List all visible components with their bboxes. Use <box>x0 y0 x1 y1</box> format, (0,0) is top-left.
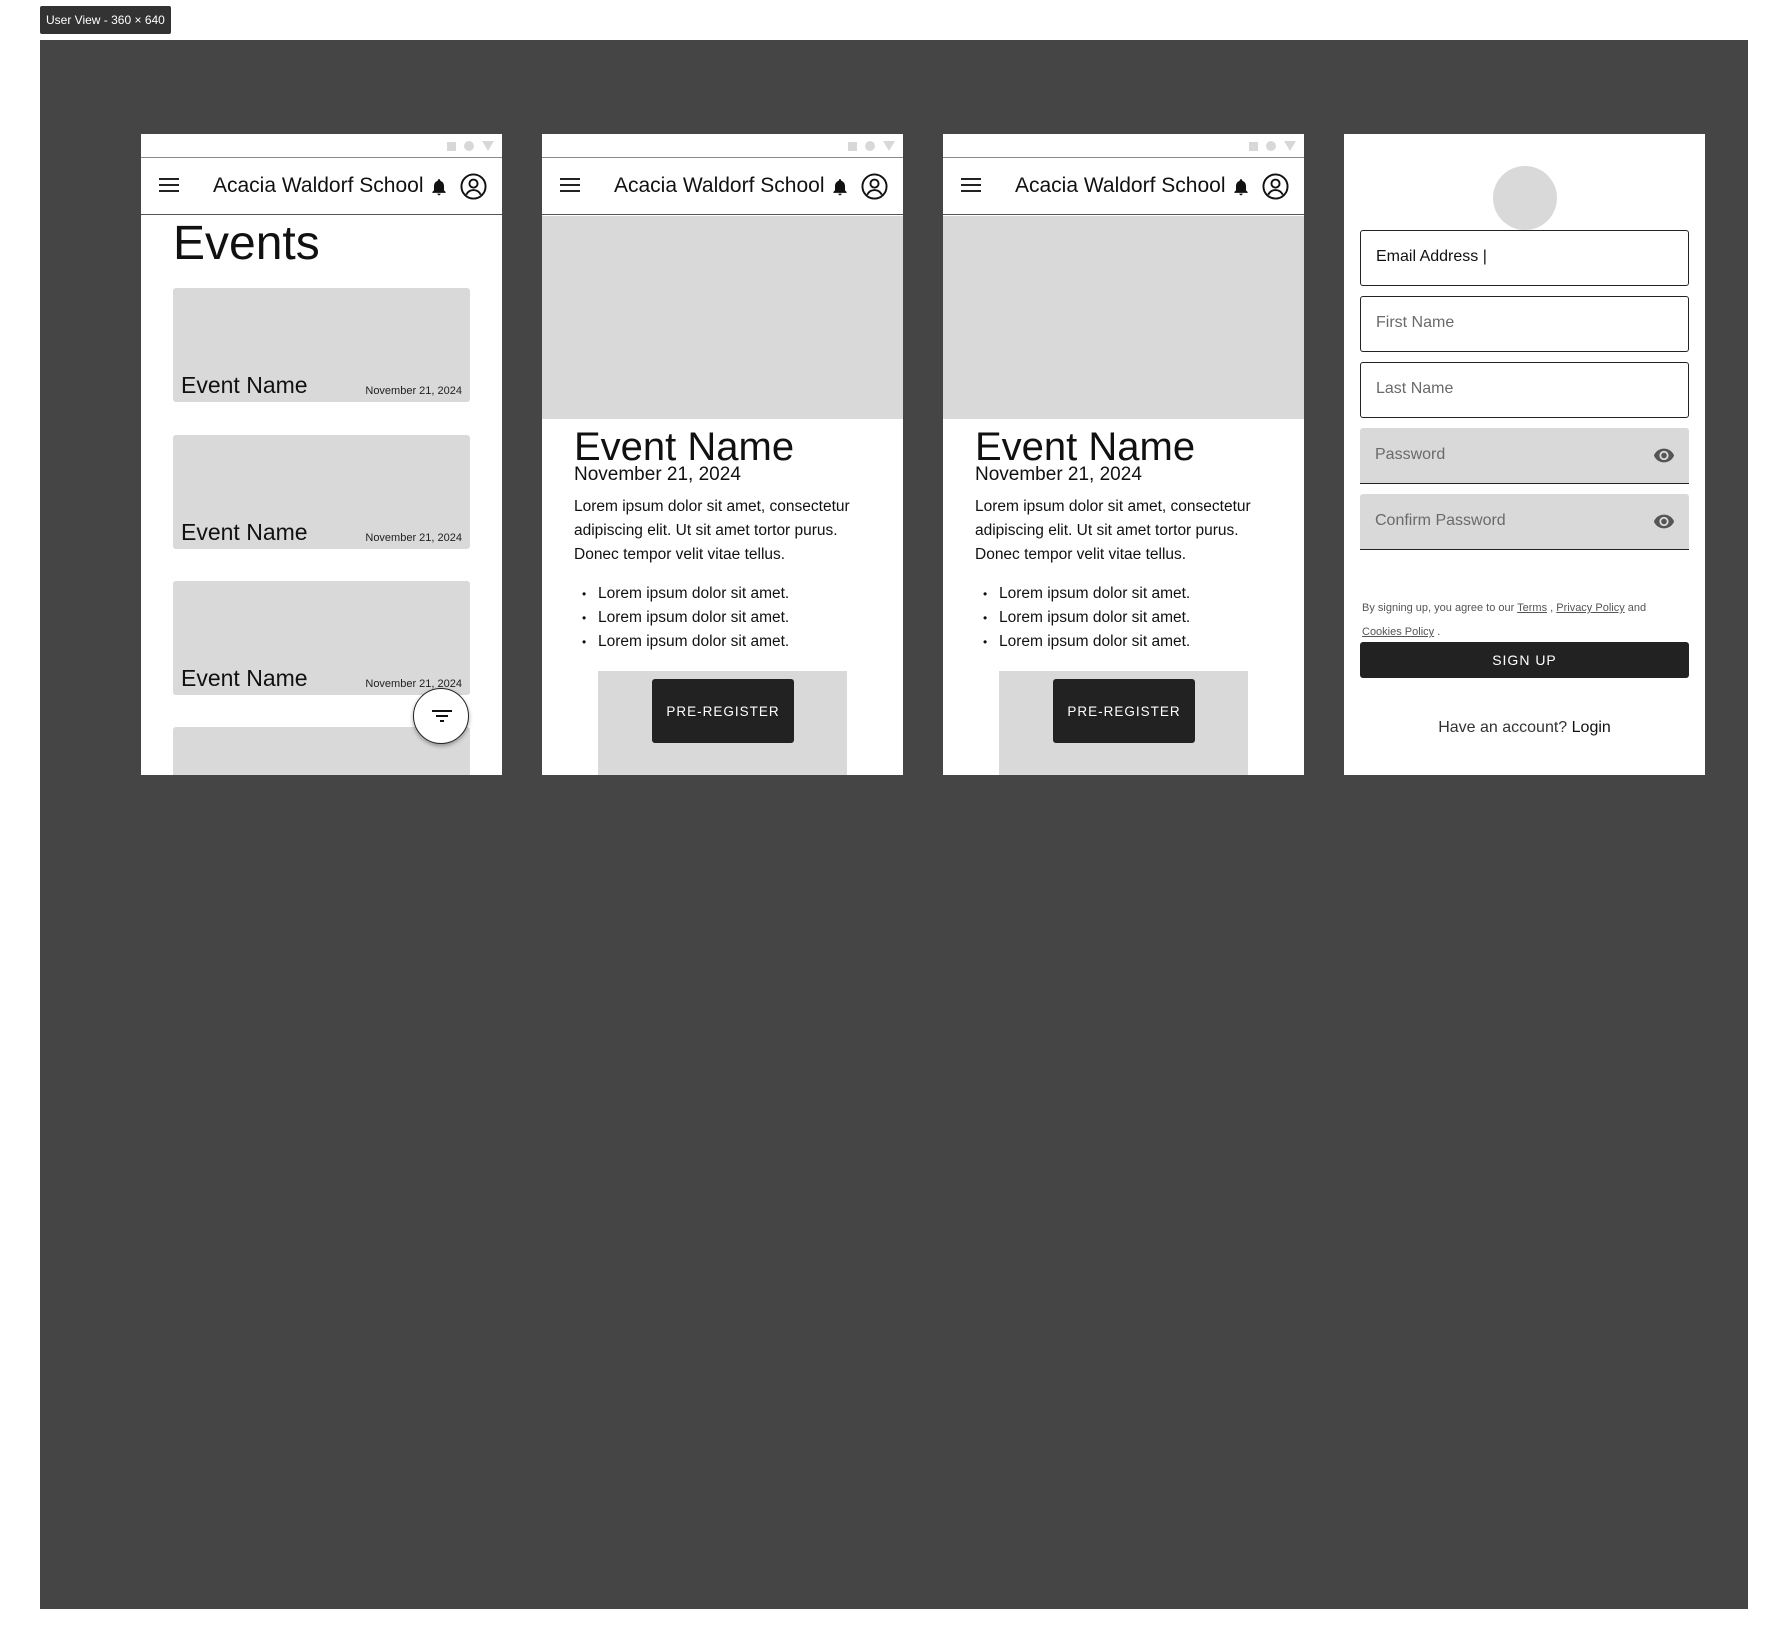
list-item: Lorem ipsum dolor sit amet. <box>574 582 789 606</box>
events-list-screen: Acacia Waldorf School Events Event Name … <box>141 134 502 775</box>
battery-icon <box>464 141 474 151</box>
eye-icon[interactable] <box>1653 447 1675 463</box>
confirm-password-placeholder: Confirm Password <box>1375 512 1506 529</box>
password-placeholder: Password <box>1375 446 1446 463</box>
app-title: Acacia Waldorf School <box>614 174 825 197</box>
terms-prefix: By signing up, you agree to our <box>1362 602 1515 614</box>
event-name: Event Name <box>181 665 308 691</box>
signal-icon <box>447 141 456 151</box>
list-item: Lorem ipsum dolor sit amet. <box>574 606 789 630</box>
event-description: Lorem ipsum dolor sit amet, consectetur … <box>975 498 1251 563</box>
signal-icon <box>1249 141 1258 151</box>
event-date: November 21, 2024 <box>574 464 741 485</box>
confirm-password-field[interactable]: Confirm Password <box>1360 494 1689 550</box>
register-panel: PRE-REGISTER <box>999 671 1248 775</box>
list-item: Lorem ipsum dolor sit amet. <box>975 582 1190 606</box>
app-title: Acacia Waldorf School <box>1015 174 1226 197</box>
filter-icon <box>432 710 452 722</box>
bell-icon[interactable] <box>1231 176 1251 198</box>
last-name-placeholder: Last Name <box>1376 380 1454 397</box>
terms-text: By signing up, you agree to our Terms , … <box>1362 602 1647 638</box>
email-value: Email Address | <box>1376 248 1487 265</box>
signal-icon <box>848 141 857 151</box>
privacy-policy-link[interactable]: Privacy Policy <box>1556 602 1624 614</box>
event-name: Event Name <box>181 372 308 398</box>
account-icon[interactable] <box>460 173 487 200</box>
menu-icon[interactable] <box>159 178 179 194</box>
page-title: Events <box>173 217 320 270</box>
battery-icon <box>865 141 875 151</box>
event-hero-image <box>943 216 1304 419</box>
bell-icon[interactable] <box>830 176 850 198</box>
pre-register-button[interactable]: PRE-REGISTER <box>652 679 794 743</box>
event-name: Event Name <box>181 519 308 545</box>
account-icon[interactable] <box>861 173 888 200</box>
battery-icon <box>1266 141 1276 151</box>
have-account-row: Have an account? Login <box>1344 719 1705 737</box>
app-title: Acacia Waldorf School <box>213 174 424 197</box>
menu-icon[interactable] <box>961 178 981 194</box>
avatar[interactable] <box>1493 166 1557 230</box>
first-name-field[interactable]: First Name <box>1360 296 1689 352</box>
register-panel: PRE-REGISTER <box>598 671 847 775</box>
have-account-text: Have an account? <box>1438 719 1568 736</box>
frame-label: User View - 360 × 640 <box>40 6 171 34</box>
design-canvas: Acacia Waldorf School Events Event Name … <box>40 40 1748 1609</box>
account-icon[interactable] <box>1262 173 1289 200</box>
email-field[interactable]: Email Address | <box>1360 230 1689 286</box>
event-details-list: Lorem ipsum dolor sit amet. Lorem ipsum … <box>975 582 1190 654</box>
event-detail-screen: Acacia Waldorf School Event Name Novembe… <box>943 134 1304 775</box>
list-item: Lorem ipsum dolor sit amet. <box>975 630 1190 654</box>
wifi-icon <box>482 141 494 151</box>
event-hero-image <box>542 216 903 419</box>
filter-button[interactable] <box>413 688 469 744</box>
event-description: Lorem ipsum dolor sit amet, consectetur … <box>574 498 850 563</box>
list-item: Lorem ipsum dolor sit amet. <box>975 606 1190 630</box>
first-name-placeholder: First Name <box>1376 314 1455 331</box>
app-bar: Acacia Waldorf School <box>141 158 502 215</box>
eye-icon[interactable] <box>1653 513 1675 529</box>
menu-icon[interactable] <box>560 178 580 194</box>
event-card[interactable]: Event Name November 21, 2024 <box>173 435 470 549</box>
event-date: November 21, 2024 <box>365 532 462 544</box>
signup-screen: Email Address | First Name Last Name Pas… <box>1344 134 1705 775</box>
event-card[interactable]: Event Name November 21, 2024 <box>173 581 470 695</box>
sign-up-button[interactable]: SIGN UP <box>1360 642 1689 678</box>
event-date: November 21, 2024 <box>975 464 1142 485</box>
list-item: Lorem ipsum dolor sit amet. <box>574 630 789 654</box>
event-detail-screen: Acacia Waldorf School Event Name Novembe… <box>542 134 903 775</box>
terms-link[interactable]: Terms <box>1517 602 1547 614</box>
last-name-field[interactable]: Last Name <box>1360 362 1689 418</box>
cookies-policy-link[interactable]: Cookies Policy <box>1362 626 1434 638</box>
event-card[interactable]: Event Name November 21, 2024 <box>173 288 470 402</box>
status-bar <box>542 134 903 158</box>
event-details-list: Lorem ipsum dolor sit amet. Lorem ipsum … <box>574 582 789 654</box>
bell-icon[interactable] <box>429 176 449 198</box>
login-link[interactable]: Login <box>1572 719 1611 736</box>
wifi-icon <box>1284 141 1296 151</box>
app-bar: Acacia Waldorf School <box>943 158 1304 215</box>
pre-register-button[interactable]: PRE-REGISTER <box>1053 679 1195 743</box>
status-bar <box>141 134 502 158</box>
status-bar <box>943 134 1304 158</box>
wifi-icon <box>883 141 895 151</box>
password-field[interactable]: Password <box>1360 428 1689 484</box>
and-text: and <box>1627 602 1647 614</box>
app-bar: Acacia Waldorf School <box>542 158 903 215</box>
event-date: November 21, 2024 <box>365 385 462 397</box>
